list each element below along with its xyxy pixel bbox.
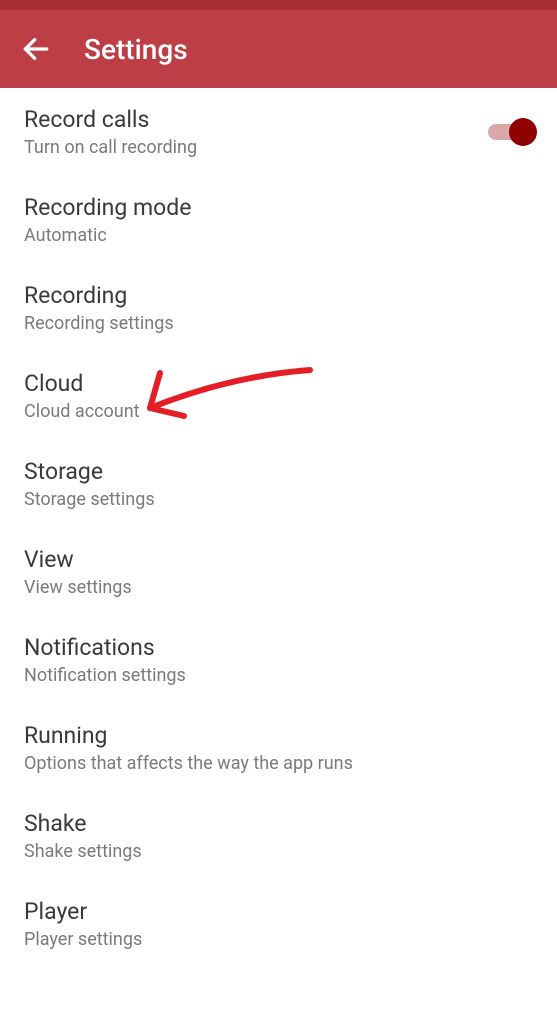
setting-title: Cloud [24, 370, 533, 397]
setting-subtitle: Options that affects the way the app run… [24, 753, 533, 774]
setting-subtitle: Cloud account [24, 401, 533, 422]
setting-player[interactable]: Player Player settings [0, 880, 557, 968]
setting-title: Recording [24, 282, 533, 309]
setting-title: Notifications [24, 634, 533, 661]
setting-subtitle: Storage settings [24, 489, 533, 510]
setting-title: Player [24, 898, 533, 925]
setting-cloud[interactable]: Cloud Cloud account [0, 352, 557, 440]
setting-recording[interactable]: Recording Recording settings [0, 264, 557, 352]
setting-recording-mode[interactable]: Recording mode Automatic [0, 176, 557, 264]
setting-subtitle: Player settings [24, 929, 533, 950]
setting-view[interactable]: View View settings [0, 528, 557, 616]
setting-title: Storage [24, 458, 533, 485]
setting-subtitle: Turn on call recording [24, 137, 485, 158]
setting-storage[interactable]: Storage Storage settings [0, 440, 557, 528]
setting-shake[interactable]: Shake Shake settings [0, 792, 557, 880]
settings-list: Record calls Turn on call recording Reco… [0, 88, 557, 968]
setting-title: Shake [24, 810, 533, 837]
page-title: Settings [84, 33, 188, 66]
setting-subtitle: Shake settings [24, 841, 533, 862]
setting-running[interactable]: Running Options that affects the way the… [0, 704, 557, 792]
setting-title: Recording mode [24, 194, 533, 221]
record-calls-toggle[interactable] [485, 122, 533, 142]
setting-subtitle: Notification settings [24, 665, 533, 686]
setting-title: Running [24, 722, 533, 749]
setting-notifications[interactable]: Notifications Notification settings [0, 616, 557, 704]
status-bar [0, 0, 557, 10]
setting-record-calls[interactable]: Record calls Turn on call recording [0, 88, 557, 176]
setting-subtitle: Recording settings [24, 313, 533, 334]
setting-subtitle: Automatic [24, 225, 533, 246]
app-header: Settings [0, 10, 557, 88]
setting-title: Record calls [24, 106, 485, 133]
setting-subtitle: View settings [24, 577, 533, 598]
back-arrow-icon[interactable] [20, 33, 52, 65]
setting-title: View [24, 546, 533, 573]
